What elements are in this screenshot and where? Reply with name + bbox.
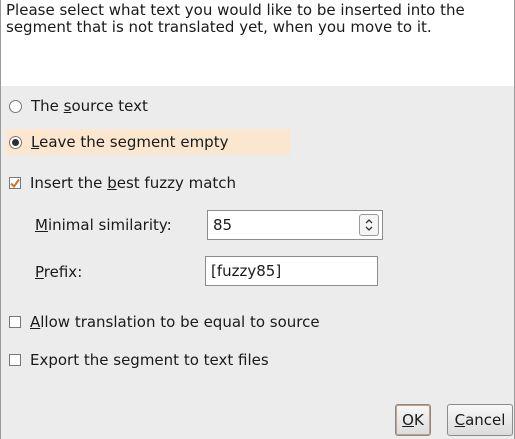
best-fuzzy-label: Insert the best fuzzy match <box>30 174 237 192</box>
checkbox-unchecked <box>9 354 21 366</box>
source-text-radio[interactable]: The source text <box>9 93 148 119</box>
allow-equal-label: Allow translation to be equal to source <box>30 313 320 331</box>
ok-button[interactable]: OK <box>395 404 431 436</box>
source-text-label: The source text <box>31 97 148 115</box>
prefix-value: [fuzzy85] <box>211 262 282 280</box>
export-segment-checkbox[interactable]: Export the segment to text files <box>9 347 269 373</box>
prefix-label: Prefix: <box>35 263 83 281</box>
dialog-panel: Please select what text you would like t… <box>0 0 515 439</box>
check-mark-icon <box>10 178 20 188</box>
prefix-input[interactable]: [fuzzy85] <box>205 256 378 286</box>
options-area: The source text Leave the segment empty … <box>1 86 514 439</box>
minimal-similarity-label: Minimal similarity: <box>35 216 172 234</box>
radio-indicator-selected <box>9 135 22 149</box>
allow-equal-checkbox[interactable]: Allow translation to be equal to source <box>9 309 320 335</box>
cancel-button[interactable]: Cancel <box>447 404 513 436</box>
leave-empty-radio[interactable]: Leave the segment empty <box>6 129 290 155</box>
spin-arrows-button[interactable] <box>359 214 379 236</box>
checkbox-unchecked <box>9 316 21 328</box>
best-fuzzy-checkbox[interactable]: Insert the best fuzzy match <box>9 170 236 196</box>
minimal-similarity-value: 85 <box>213 216 233 234</box>
intro-text: Please select what text you would like t… <box>6 1 465 36</box>
spin-up-down-icon <box>365 219 373 231</box>
radio-indicator <box>9 99 22 113</box>
checkbox-checked <box>9 177 21 189</box>
leave-empty-label: Leave the segment empty <box>31 133 229 151</box>
minimal-similarity-spinbox[interactable]: 85 <box>207 210 383 240</box>
export-segment-label: Export the segment to text files <box>30 351 269 369</box>
